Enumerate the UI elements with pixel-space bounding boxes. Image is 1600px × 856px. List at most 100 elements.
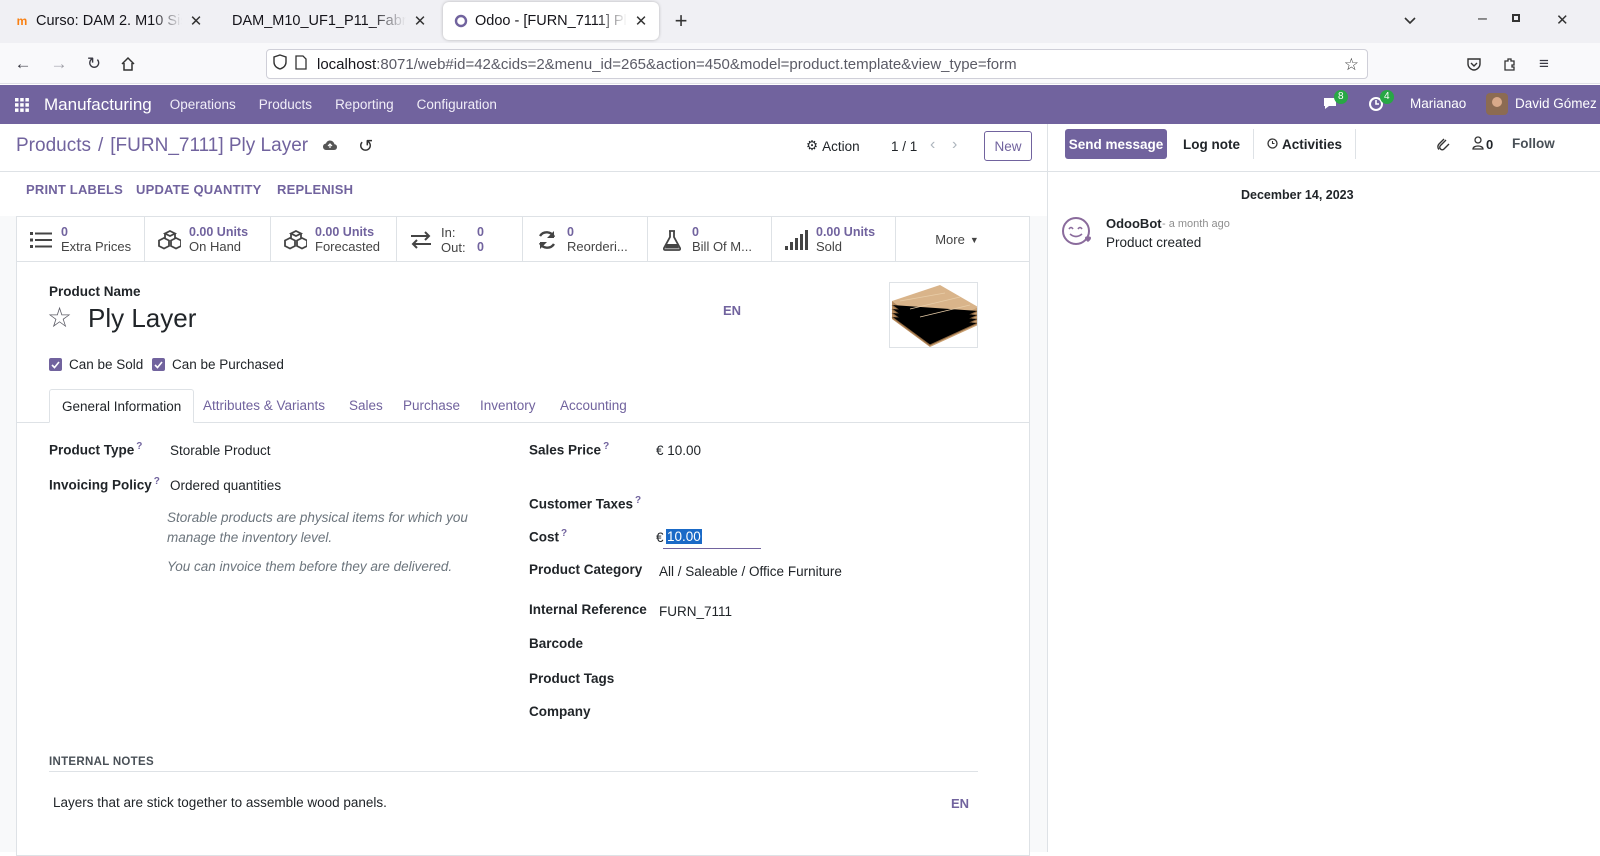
discard-icon[interactable]: ↺ [358, 136, 373, 157]
send-message-button[interactable]: Send message [1065, 129, 1167, 159]
can-be-sold-checkbox[interactable]: Can be Sold [49, 357, 143, 372]
list-tabs-icon[interactable] [1402, 12, 1418, 31]
more-button[interactable]: More ▼ [896, 217, 1018, 262]
forward-icon[interactable]: → [45, 50, 73, 78]
tab-inventory[interactable]: Inventory [468, 389, 548, 422]
extensions-icon[interactable] [1496, 50, 1524, 78]
apps-grid-icon[interactable] [0, 97, 44, 112]
odoobot-avatar[interactable] [1061, 216, 1093, 248]
new-tab-icon[interactable]: + [670, 10, 692, 32]
breadcrumb-products[interactable]: Products [16, 135, 91, 157]
replenish-button[interactable]: REPLENISH [277, 182, 353, 197]
customer-taxes-input[interactable] [659, 493, 859, 513]
product-category-select[interactable]: All / Saleable / Office Furniture [659, 564, 842, 579]
menu-configuration[interactable]: Configuration [417, 97, 497, 112]
messages-icon[interactable]: 8 [1322, 90, 1348, 115]
exchange-icon [409, 228, 433, 252]
tab-sales[interactable]: Sales [337, 389, 395, 422]
tab-title: DAM_M10_UF1_P11_Fabricació [232, 13, 406, 29]
home-icon[interactable] [114, 50, 142, 78]
pager-next-icon[interactable]: › [952, 136, 957, 154]
reordering-label: Reorderi... [567, 239, 628, 254]
in-value: 0 [477, 224, 484, 239]
list-icon [29, 228, 53, 252]
activities-clock-icon[interactable]: 4 [1368, 90, 1394, 115]
can-be-purchased-checkbox[interactable]: Can be Purchased [152, 357, 284, 372]
notes-lang-button[interactable]: EN [951, 796, 969, 811]
menu-operations[interactable]: Operations [170, 97, 236, 112]
bookmark-star-icon[interactable]: ☆ [1344, 55, 1359, 75]
message-time: - a month ago [1162, 218, 1230, 230]
user-menu[interactable]: David Gómez [1515, 96, 1597, 111]
menu-reporting[interactable]: Reporting [335, 97, 394, 112]
on-hand-value: 0.00 Units [189, 225, 249, 239]
company-select[interactable] [659, 702, 959, 722]
url-bar[interactable]: localhost:8071/web#id=42&cids=2&menu_id=… [266, 49, 1368, 79]
barcode-input[interactable] [659, 634, 959, 654]
product-type-select[interactable]: Storable Product [170, 443, 271, 458]
app-name[interactable]: Manufacturing [44, 95, 152, 115]
on-hand-button[interactable]: 0.00 Units On Hand [145, 217, 271, 262]
close-tab-icon[interactable]: ✕ [633, 12, 649, 30]
minimize-icon[interactable]: – [1478, 10, 1487, 28]
internal-reference-input[interactable]: FURN_7111 [659, 604, 732, 619]
save-cloud-icon[interactable] [322, 135, 338, 157]
close-tab-icon[interactable]: ✕ [412, 12, 428, 30]
url-host: localhost [317, 55, 377, 73]
flask-icon [660, 228, 684, 252]
reordering-button[interactable]: 0 Reorderi... [523, 217, 648, 262]
message-author[interactable]: OdooBot [1106, 216, 1162, 231]
action-menu[interactable]: ⚙ Action [806, 138, 860, 154]
name-lang-button[interactable]: EN [723, 303, 741, 318]
maximize-icon[interactable] [1512, 14, 1520, 22]
invoicing-policy-select[interactable]: Ordered quantities [170, 478, 281, 493]
extra-prices-button[interactable]: 0 Extra Prices [17, 217, 145, 262]
refresh-icon [535, 228, 559, 252]
activities-button[interactable]: Activities [1254, 129, 1356, 159]
browser-tab-2[interactable]: DAM_M10_UF1_P11_Fabricació ✕ [222, 2, 438, 40]
product-name-input[interactable]: Ply Layer [88, 303, 196, 334]
internal-notes-text[interactable]: Layers that are stick together to assemb… [53, 795, 387, 810]
menu-products[interactable]: Products [259, 97, 312, 112]
hamburger-menu-icon[interactable]: ≡ [1530, 50, 1558, 78]
cost-input[interactable]: 10.00 [663, 525, 761, 549]
paperclip-icon[interactable] [1436, 136, 1450, 156]
activities-badge: 4 [1380, 90, 1394, 104]
product-image[interactable] [889, 282, 978, 348]
reload-icon[interactable]: ↻ [80, 50, 108, 78]
pager-prev-icon[interactable]: ‹ [930, 136, 935, 154]
sold-value: 0.00 Units [816, 225, 876, 239]
follow-button[interactable]: Follow [1512, 136, 1555, 151]
tab-general-information[interactable]: General Information [49, 389, 195, 423]
product-name-label: Product Name [49, 284, 141, 299]
favorite-star-icon[interactable]: ☆ [47, 301, 72, 334]
bom-button[interactable]: 0 Bill Of M... [648, 217, 772, 262]
browser-tab-3[interactable]: Odoo - [FURN_7111] Ply Layer ✕ [443, 2, 659, 40]
company-switcher[interactable]: Marianao [1410, 96, 1466, 111]
tab-attributes-variants[interactable]: Attributes & Variants [191, 389, 337, 422]
page-icon[interactable] [295, 54, 307, 74]
browser-tab-1[interactable]: m Curso: DAM 2. M10 Sistemes de gestió ✕ [4, 2, 214, 40]
user-avatar[interactable] [1486, 93, 1508, 115]
back-icon[interactable]: ← [9, 50, 37, 78]
breadcrumb: Products / [FURN_7111] Ply Layer ↺ [16, 135, 374, 157]
pocket-icon[interactable] [1460, 50, 1488, 78]
in-out-button[interactable]: In: 0 Out: 0 [397, 217, 523, 262]
forecasted-button[interactable]: 0.00 Units Forecasted [271, 217, 397, 262]
print-labels-button[interactable]: PRINT LABELS [26, 182, 123, 197]
update-quantity-button[interactable]: UPDATE QUANTITY [136, 182, 262, 197]
log-note-button[interactable]: Log note [1170, 129, 1254, 159]
close-tab-icon[interactable]: ✕ [188, 12, 204, 30]
pager-value[interactable]: 1 / 1 [891, 139, 917, 154]
sales-price-input[interactable]: € 10.00 [656, 443, 701, 458]
product-tags-input[interactable] [659, 669, 959, 689]
user-icon [1472, 136, 1484, 153]
tab-purchase[interactable]: Purchase [391, 389, 472, 422]
new-button[interactable]: New [984, 131, 1032, 161]
followers-button[interactable]: 0 [1472, 136, 1493, 153]
sold-button[interactable]: 0.00 Units Sold [772, 217, 896, 262]
close-window-icon[interactable]: ✕ [1556, 11, 1569, 29]
shield-icon[interactable] [273, 54, 287, 74]
tab-accounting[interactable]: Accounting [548, 389, 639, 422]
form-sheet-background: 0 Extra Prices 0.00 Units On Hand 0.00 Uni… [0, 216, 1047, 856]
